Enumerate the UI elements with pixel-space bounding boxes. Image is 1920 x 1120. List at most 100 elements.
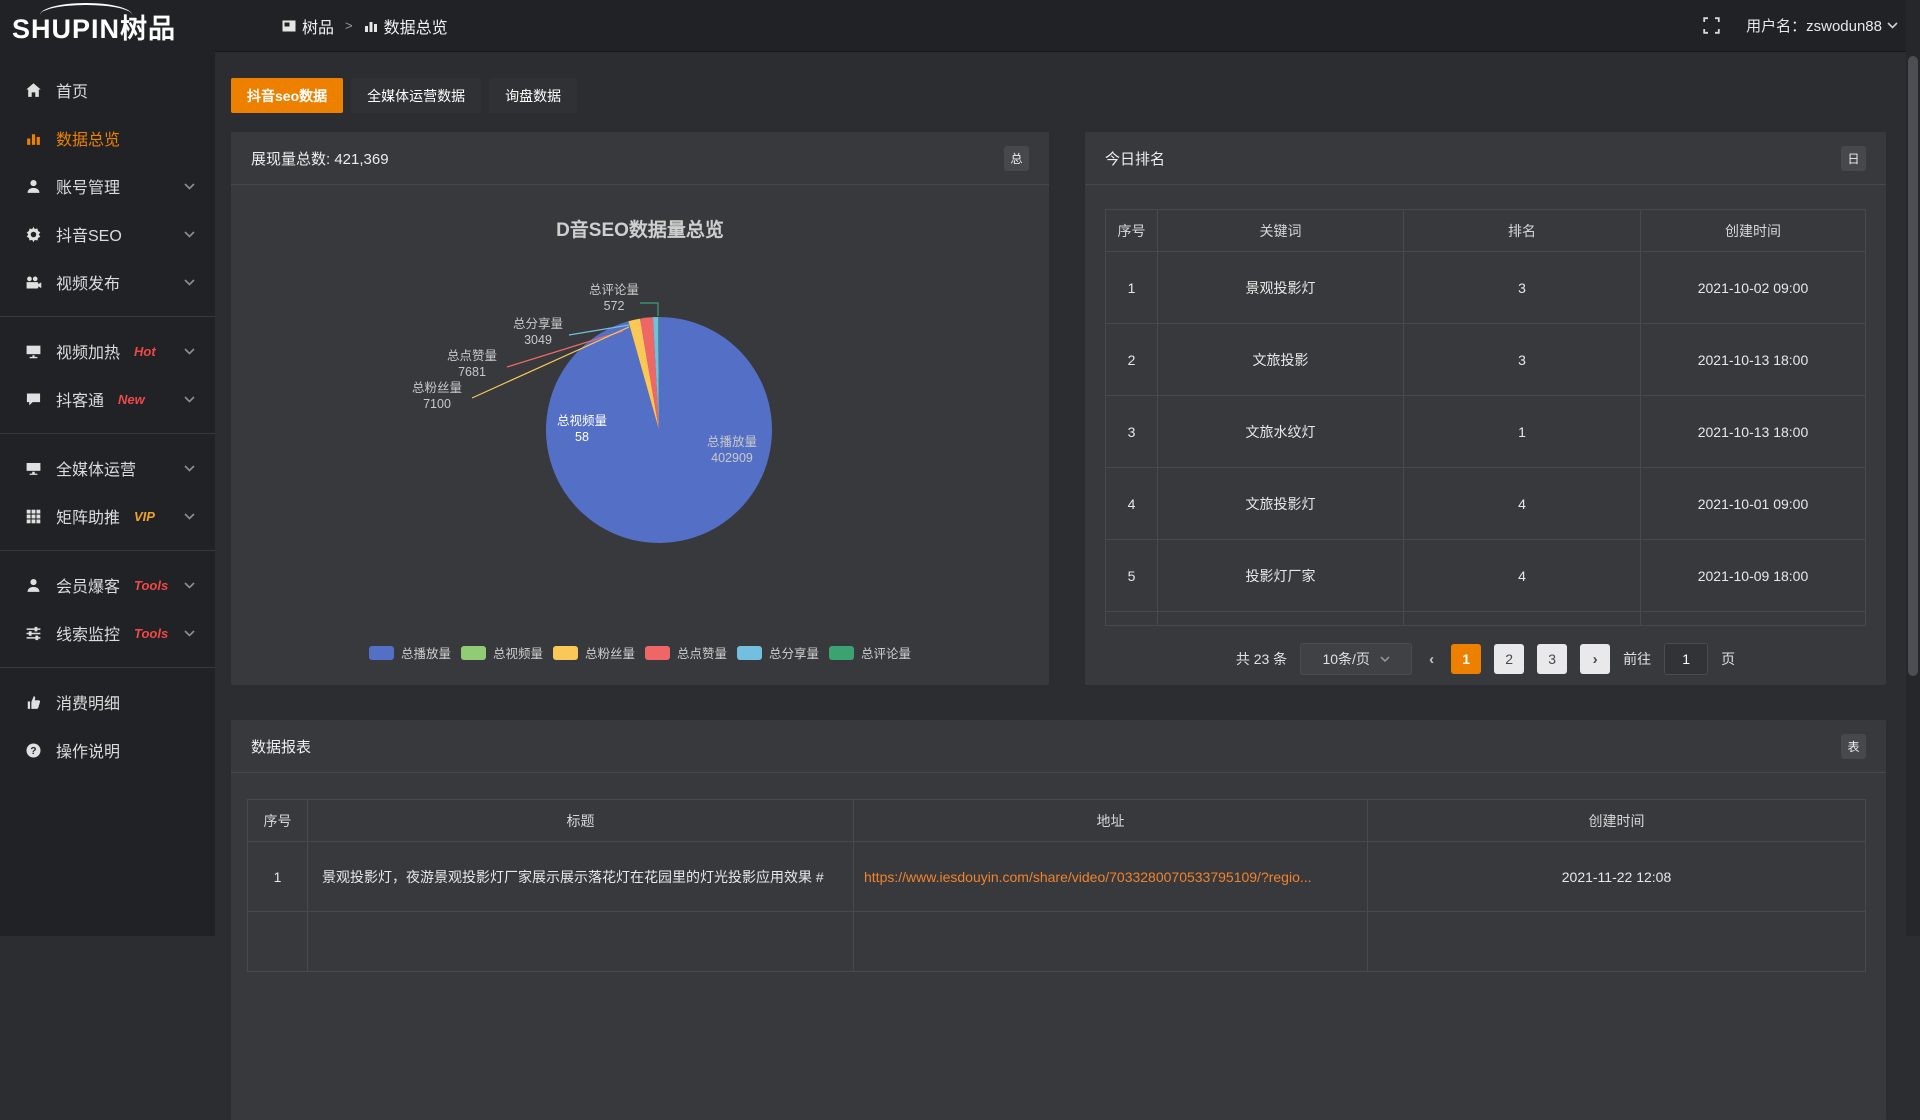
sidebar-item-home[interactable]: 首页 bbox=[0, 66, 215, 114]
legend-item-shares[interactable]: 总分享量 bbox=[737, 643, 819, 662]
new-badge: New bbox=[118, 392, 145, 407]
breadcrumb-root[interactable]: 树品 bbox=[282, 14, 334, 38]
table-header-row: 序号 标题 地址 创建时间 bbox=[248, 800, 1866, 842]
page-2-button[interactable]: 2 bbox=[1494, 644, 1524, 674]
table-badge-button[interactable]: 表 bbox=[1841, 734, 1866, 759]
data-report-panel: 数据报表 表 序号 标题 地址 创建时间 1 景观投影灯，夜游景观投影灯 bbox=[231, 720, 1886, 1120]
table-row: 1 景观投影灯，夜游景观投影灯厂家展示展示落花灯在花园里的灯光投影应用效果 # … bbox=[248, 842, 1866, 912]
table-row: 3文旅水纹灯12021-10-13 18:00 bbox=[1106, 396, 1866, 468]
breadcrumb-current[interactable]: 数据总览 bbox=[364, 14, 448, 38]
table-row bbox=[248, 912, 1866, 972]
sidebar-item-matrix-boost[interactable]: 矩阵助推 VIP bbox=[0, 492, 215, 540]
sidebar-item-account[interactable]: 账号管理 bbox=[0, 162, 215, 210]
vip-badge: VIP bbox=[134, 509, 155, 524]
grid-icon bbox=[24, 507, 42, 525]
sidebar-item-data-overview[interactable]: 数据总览 bbox=[0, 114, 215, 162]
col-url: 地址 bbox=[854, 800, 1368, 842]
page-3-button[interactable]: 3 bbox=[1537, 644, 1567, 674]
monitor-icon bbox=[24, 459, 42, 477]
table-row-spacer bbox=[1106, 612, 1866, 626]
overview-panel-title: 展现量总数: 421,369 bbox=[251, 148, 389, 169]
overview-panel: 展现量总数: 421,369 总 D音SEO数据量总览 总评论量572 bbox=[231, 132, 1049, 685]
sidebar-item-help[interactable]: ? 操作说明 bbox=[0, 726, 215, 774]
total-badge-button[interactable]: 总 bbox=[1004, 146, 1029, 171]
sidebar-item-member-burst[interactable]: 会员爆客 Tools bbox=[0, 561, 215, 609]
tab-all-media[interactable]: 全媒体运营数据 bbox=[351, 78, 481, 113]
report-panel-title: 数据报表 bbox=[251, 736, 311, 757]
goto-prefix: 前往 bbox=[1623, 649, 1651, 669]
pie-label-likes: 总点赞量7681 bbox=[417, 348, 527, 381]
sidebar-item-consumption[interactable]: 消费明细 bbox=[0, 678, 215, 726]
table-row: 1景观投影灯32021-10-02 09:00 bbox=[1106, 252, 1866, 324]
page-size-select[interactable]: 10条/页 bbox=[1300, 643, 1412, 675]
pie-label-videos: 总视频量58 bbox=[527, 413, 637, 446]
chevron-down-icon bbox=[184, 465, 195, 472]
question-circle-icon: ? bbox=[24, 741, 42, 759]
legend-item-comments[interactable]: 总评论量 bbox=[829, 643, 911, 662]
fullscreen-icon[interactable] bbox=[1703, 17, 1720, 34]
sidebar-item-video-publish[interactable]: 视频发布 bbox=[0, 258, 215, 306]
chevron-down-icon bbox=[184, 231, 195, 238]
sidebar-item-label: 抖客通 bbox=[56, 387, 104, 411]
gear-icon bbox=[24, 225, 42, 243]
sidebar-nav: 首页 数据总览 账号管理 抖音SEO 视频发布 bbox=[0, 52, 215, 774]
goto-suffix: 页 bbox=[1721, 649, 1735, 669]
col-created: 创建时间 bbox=[1368, 800, 1866, 842]
breadcrumb-separator: > bbox=[345, 18, 353, 33]
sidebar-item-label: 操作说明 bbox=[56, 738, 120, 762]
chevron-down-icon bbox=[184, 183, 195, 190]
chart-title: D音SEO数据量总览 bbox=[231, 215, 1049, 242]
page-1-button[interactable]: 1 bbox=[1451, 644, 1481, 674]
goto-page-input[interactable] bbox=[1664, 643, 1708, 675]
legend-item-fans[interactable]: 总粉丝量 bbox=[553, 643, 635, 662]
legend-chip bbox=[369, 646, 394, 660]
sidebar-item-label: 抖音SEO bbox=[56, 222, 122, 246]
scrollbar-thumb[interactable] bbox=[1908, 56, 1918, 676]
home-icon bbox=[24, 81, 42, 99]
col-rank: 排名 bbox=[1404, 210, 1641, 252]
screen-icon bbox=[24, 342, 42, 360]
pagination-total: 共 23 条 bbox=[1236, 649, 1287, 669]
chevron-down-icon bbox=[1887, 22, 1898, 29]
sidebar-item-label: 消费明细 bbox=[56, 690, 120, 714]
legend-item-likes[interactable]: 总点赞量 bbox=[645, 643, 727, 662]
day-badge-button[interactable]: 日 bbox=[1841, 146, 1866, 171]
sidebar-divider bbox=[0, 316, 215, 317]
data-tabs: 抖音seo数据 全媒体运营数据 询盘数据 bbox=[231, 78, 1886, 113]
sidebar-item-all-media[interactable]: 全媒体运营 bbox=[0, 444, 215, 492]
sidebar-item-label: 账号管理 bbox=[56, 174, 120, 198]
next-page-button[interactable]: › bbox=[1580, 644, 1610, 674]
sidebar-item-douyin-seo[interactable]: 抖音SEO bbox=[0, 210, 215, 258]
svg-text:?: ? bbox=[30, 745, 36, 756]
tools-badge: Tools bbox=[134, 626, 168, 641]
legend-chip bbox=[553, 646, 578, 660]
sliders-icon bbox=[24, 624, 42, 642]
today-ranking-panel: 今日排名 日 序号 关键词 排名 创建时间 bbox=[1085, 132, 1886, 685]
username-label: 用户名：zswodun88 bbox=[1746, 15, 1882, 36]
prev-page-button[interactable]: ‹ bbox=[1425, 651, 1438, 668]
legend-item-plays[interactable]: 总播放量 bbox=[369, 643, 451, 662]
chevron-down-icon bbox=[184, 630, 195, 637]
sidebar-item-video-heat[interactable]: 视频加热 Hot bbox=[0, 327, 215, 375]
sidebar-divider bbox=[0, 667, 215, 668]
tab-douyin-seo[interactable]: 抖音seo数据 bbox=[231, 78, 343, 113]
chevron-down-icon bbox=[184, 513, 195, 520]
col-created: 创建时间 bbox=[1641, 210, 1866, 252]
tab-inquiry[interactable]: 询盘数据 bbox=[489, 78, 577, 113]
user-menu[interactable]: 用户名：zswodun88 bbox=[1746, 15, 1898, 36]
video-link[interactable]: https://www.iesdouyin.com/share/video/70… bbox=[854, 842, 1368, 912]
sidebar-item-douketong[interactable]: 抖客通 New bbox=[0, 375, 215, 423]
scrollbar[interactable] bbox=[1906, 0, 1920, 936]
topbar: 树品 > 数据总览 用户名：zswodun88 bbox=[215, 0, 1920, 52]
table-row: 4文旅投影灯42021-10-01 09:00 bbox=[1106, 468, 1866, 540]
app-logo: SHUPIN树品 bbox=[0, 0, 215, 52]
legend-item-videos[interactable]: 总视频量 bbox=[461, 643, 543, 662]
sidebar-item-label: 全媒体运营 bbox=[56, 456, 136, 480]
table-row: 5投影灯厂家42021-10-09 18:00 bbox=[1106, 540, 1866, 612]
ranking-table: 序号 关键词 排名 创建时间 1景观投影灯32021-10-02 09:00 2… bbox=[1105, 209, 1866, 626]
sidebar: SHUPIN树品 首页 数据总览 账号管理 抖音SEO bbox=[0, 0, 215, 936]
chevron-down-icon bbox=[184, 348, 195, 355]
pie-chart: D音SEO数据量总览 总评论量572 总分享量3049 bbox=[231, 185, 1049, 684]
sidebar-item-lead-monitor[interactable]: 线索监控 Tools bbox=[0, 609, 215, 657]
col-seq: 序号 bbox=[248, 800, 308, 842]
